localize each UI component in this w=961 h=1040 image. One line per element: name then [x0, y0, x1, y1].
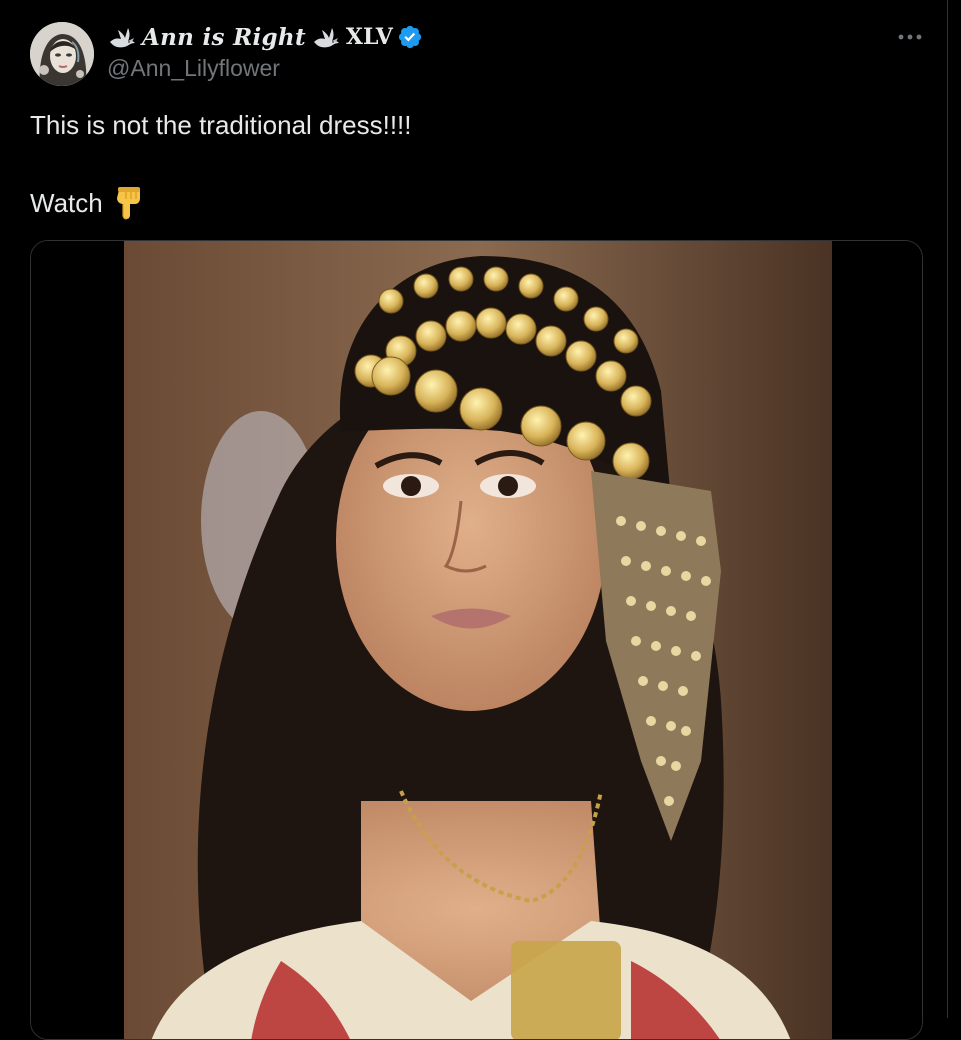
ellipsis-icon	[898, 34, 922, 40]
tweet-article[interactable]: Ann is Right XLV @Ann_Lilyflower This is…	[0, 0, 948, 1040]
tweet-text-line: This is not the traditional dress!!!!	[30, 110, 412, 140]
tweet-text-line-watch: Watch	[30, 186, 143, 220]
dove-icon	[110, 28, 135, 48]
author-display-name: Ann is Right	[142, 23, 306, 51]
author-name-suffix: XLV	[345, 24, 393, 50]
verified-badge-icon[interactable]	[397, 24, 423, 50]
author-name-row[interactable]: Ann is Right XLV	[108, 22, 423, 52]
author-handle[interactable]: @Ann_Lilyflower	[107, 55, 280, 82]
more-options-button[interactable]	[892, 24, 928, 50]
author-avatar[interactable]	[30, 22, 94, 86]
tweet-video-media[interactable]	[30, 240, 923, 1040]
dove-icon	[313, 28, 339, 48]
video-frame-image	[31, 241, 922, 1039]
avatar-portrait-icon	[30, 22, 94, 86]
tweet-text-line: Watch	[30, 187, 103, 218]
pointing-down-emoji-icon	[116, 187, 140, 220]
